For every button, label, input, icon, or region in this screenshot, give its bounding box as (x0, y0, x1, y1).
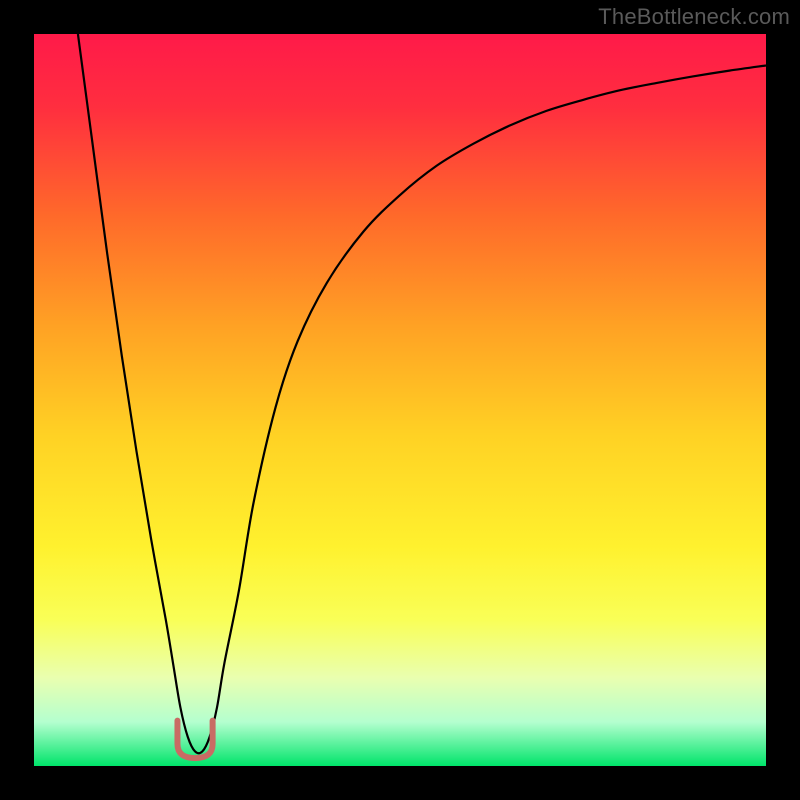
bottleneck-curve (78, 34, 766, 753)
watermark-text: TheBottleneck.com (598, 4, 790, 30)
chart-frame: TheBottleneck.com (0, 0, 800, 800)
plot-area (34, 34, 766, 766)
curve-layer (34, 34, 766, 766)
